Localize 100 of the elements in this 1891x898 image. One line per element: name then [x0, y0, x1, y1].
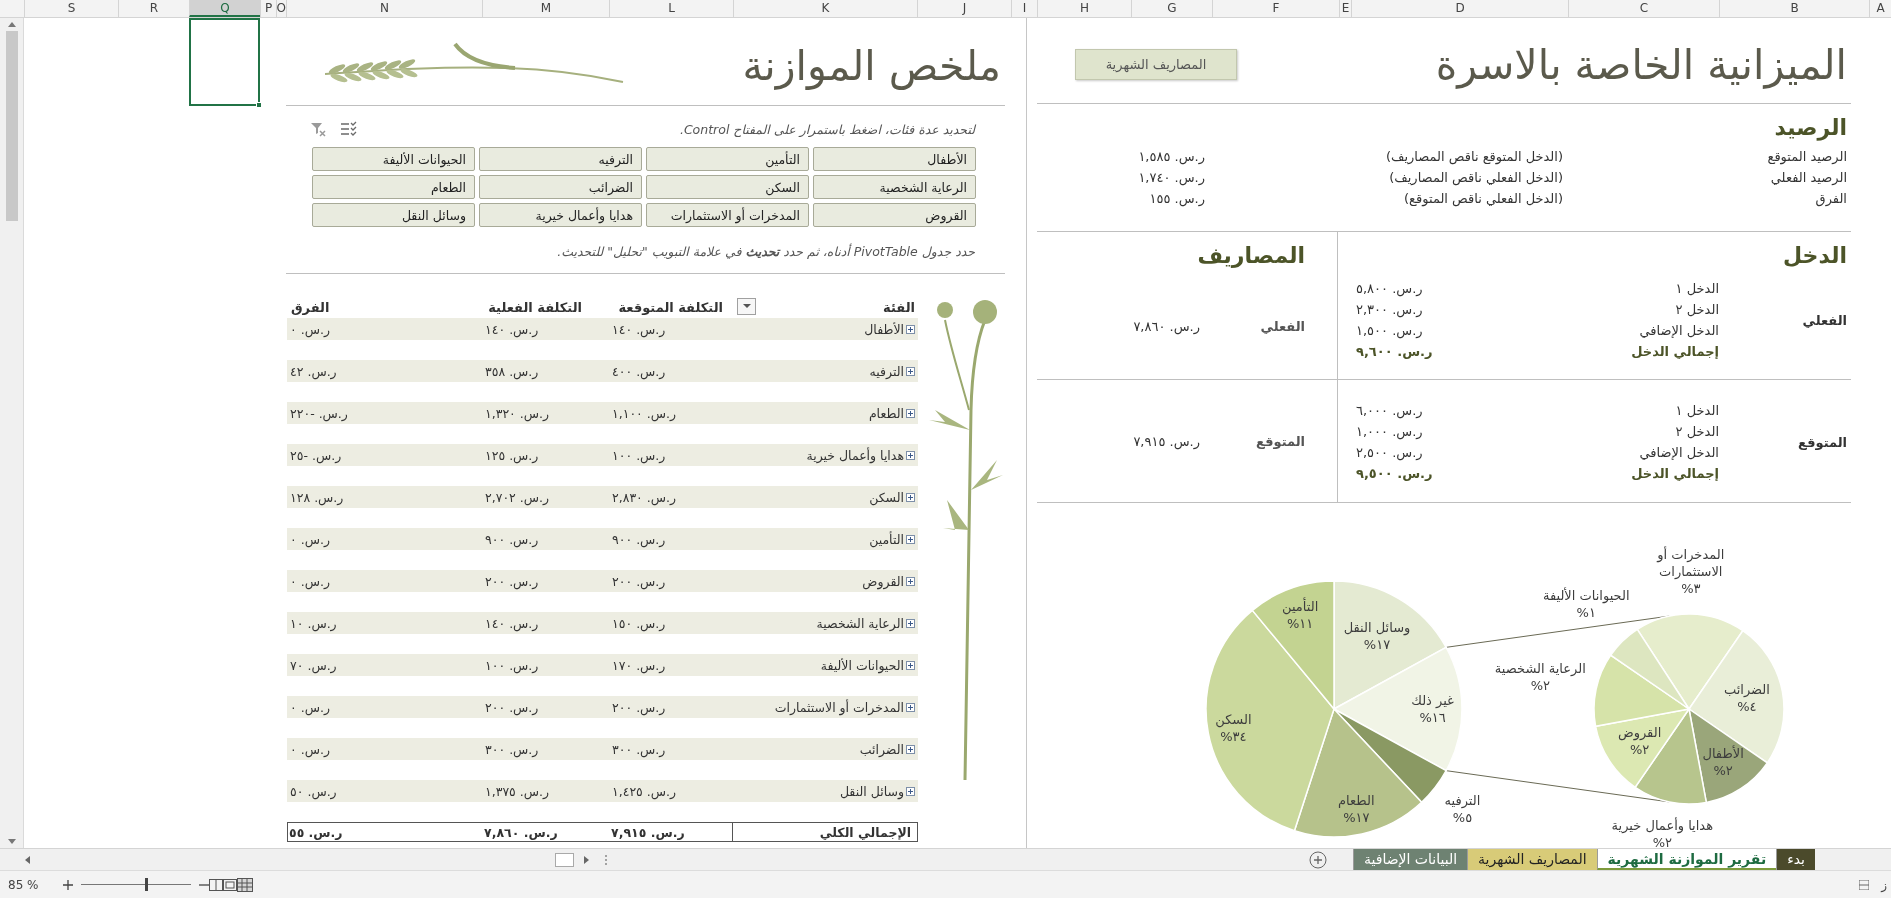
column-header[interactable]: D	[1351, 0, 1568, 17]
column-header[interactable]: N	[286, 0, 482, 17]
normal-view-icon[interactable]	[237, 877, 253, 892]
slicer-item[interactable]: الطعام	[312, 175, 475, 199]
column-header[interactable]: E	[1339, 0, 1351, 17]
add-sheet-icon[interactable]	[1308, 850, 1327, 869]
column-header[interactable]: O	[276, 0, 286, 17]
amount: ر.س. ٧,٨٦٠	[1132, 319, 1201, 334]
category-label[interactable]: الضرائب	[856, 741, 904, 757]
slicer-item[interactable]: التأمين	[646, 147, 809, 171]
multi-select-icon[interactable]	[340, 121, 358, 137]
scroll-right-arrow-icon[interactable]	[584, 855, 590, 864]
amount: ر.س. ٥,٨٠٠	[1355, 281, 1424, 296]
sheet-tab[interactable]: البيانات الإضافية	[1352, 848, 1468, 871]
slicer-item[interactable]: المدخرات أو الاستثمارات	[646, 203, 809, 227]
expand-icon[interactable]	[906, 576, 915, 586]
category-label[interactable]: وسائل النقل	[836, 783, 904, 799]
column-header[interactable]: R	[118, 0, 189, 17]
slicer-item[interactable]: السكن	[646, 175, 809, 199]
table-cell-text: ر.س. ٧,٩١٥	[610, 824, 686, 840]
table-cell-text: ر.س. ١٧٠	[611, 657, 667, 673]
page-break-view-icon[interactable]	[209, 878, 223, 891]
column-header[interactable]: B	[1719, 0, 1869, 17]
expand-icon[interactable]	[906, 450, 915, 460]
scroll-up-arrow-icon[interactable]	[7, 21, 16, 27]
slicer-item[interactable]: هدايا وأعمال خيرية	[479, 203, 642, 227]
expand-icon[interactable]	[906, 702, 915, 712]
table-cell-text: ر.س. ٢٠٠	[484, 699, 540, 715]
table-cell-text: ر.س. ٢٠٠	[484, 573, 540, 589]
table-cell-text: ر.س. ١٤٠	[484, 321, 540, 337]
expand-icon[interactable]	[906, 786, 915, 796]
category-label[interactable]: التأمين	[866, 531, 904, 547]
column-header[interactable]: S	[24, 0, 118, 17]
scroll-thumb[interactable]	[555, 852, 574, 867]
clear-filter-icon[interactable]	[310, 121, 326, 137]
resize-handle[interactable]	[604, 853, 608, 866]
data-label: الحيوانات الأليفة ١%	[1542, 586, 1630, 621]
category-label[interactable]: السكن	[866, 489, 904, 505]
slicer-item[interactable]: وسائل النقل	[312, 203, 475, 227]
expand-icon[interactable]	[906, 492, 915, 502]
category-label[interactable]: الحيوانات الأليفة	[817, 657, 904, 673]
category-label[interactable]: الطعام	[865, 405, 904, 421]
expand-icon[interactable]	[906, 744, 915, 754]
zoom-in-icon[interactable]	[63, 879, 73, 890]
selected-cell[interactable]	[189, 18, 260, 106]
sheet-tab[interactable]: المصاريف الشهرية	[1467, 848, 1597, 871]
column-header[interactable]: C	[1568, 0, 1719, 17]
slicer-item[interactable]: الأطفال	[813, 147, 976, 171]
table-cell-text: ر.س. -٢٢٠	[289, 405, 349, 421]
table-cell-text: ر.س. ١٠٠	[484, 657, 540, 673]
expand-icon[interactable]	[906, 534, 915, 544]
status-icon	[1859, 879, 1870, 890]
total-label: إجمالي الدخل	[1630, 466, 1719, 481]
column-header[interactable]: Q	[189, 0, 260, 17]
table-cell-text: ر.س. ٣٠٠	[484, 741, 540, 757]
sheet-tab[interactable]: تقرير الموازنة الشهرية	[1596, 848, 1777, 871]
column-header[interactable]: M	[482, 0, 609, 17]
caret-icon	[742, 304, 751, 309]
column-header[interactable]: F	[1212, 0, 1339, 17]
table-cell-text: ر.س. ١٥٠	[611, 615, 667, 631]
column-header[interactable]: A	[1869, 0, 1891, 17]
income-label: الدخل الإضافي	[1638, 323, 1719, 338]
column-header[interactable]: I	[1011, 0, 1037, 17]
category-label[interactable]: الأطفال	[861, 321, 904, 337]
scroll-thumb[interactable]	[5, 31, 18, 221]
horizontal-scrollbar[interactable]	[24, 850, 590, 869]
expand-icon[interactable]	[906, 324, 915, 334]
table-cell-text: ر.س. ٥٠	[289, 783, 338, 799]
category-label[interactable]: القروض	[859, 573, 904, 589]
expand-icon[interactable]	[906, 366, 915, 376]
scroll-left-arrow-icon[interactable]	[24, 855, 30, 864]
slicer-item[interactable]: الترفيه	[479, 147, 642, 171]
table-cell-text: ر.س. ١٢٥	[484, 447, 540, 463]
page-layout-view-icon[interactable]	[223, 878, 237, 891]
row-label: الفعلي	[1259, 319, 1306, 334]
expand-icon[interactable]	[906, 618, 915, 628]
data-label: هدايا وأعمال خيرية ٢%	[1611, 817, 1714, 848]
expand-icon[interactable]	[906, 660, 915, 670]
category-label[interactable]: الرعاية الشخصية	[813, 615, 904, 631]
slicer-item[interactable]: القروض	[813, 203, 976, 227]
data-label: الترفيه ٥%	[1444, 791, 1481, 826]
sheet-tab[interactable]: بدء	[1776, 848, 1815, 871]
column-header[interactable]: G	[1131, 0, 1212, 17]
table-cell: الإجمالي الكلي	[732, 823, 917, 841]
vertical-scrollbar[interactable]	[0, 18, 24, 848]
table-cell-text: ر.س. ١,٤٢٥	[611, 783, 678, 799]
monthly-expenses-button[interactable]: المصاريف الشهرية	[1075, 49, 1237, 80]
expand-icon[interactable]	[906, 408, 915, 418]
category-label[interactable]: الترفيه	[866, 363, 904, 379]
filter-dropdown-button[interactable]	[737, 298, 756, 315]
category-label[interactable]: هدايا وأعمال خيرية	[803, 447, 904, 463]
column-header[interactable]: L	[609, 0, 733, 17]
category-label[interactable]: المدخرات أو الاستثمارات	[771, 699, 904, 715]
column-header[interactable]: K	[733, 0, 917, 17]
scroll-down-arrow-icon[interactable]	[7, 839, 16, 845]
column-header[interactable]: H	[1037, 0, 1131, 17]
column-header[interactable]: J	[917, 0, 1011, 17]
slicer-item[interactable]: الرعاية الشخصية	[813, 175, 976, 199]
slicer-item[interactable]: الحيوانات الأليفة	[312, 147, 475, 171]
slicer-item[interactable]: الضرائب	[479, 175, 642, 199]
